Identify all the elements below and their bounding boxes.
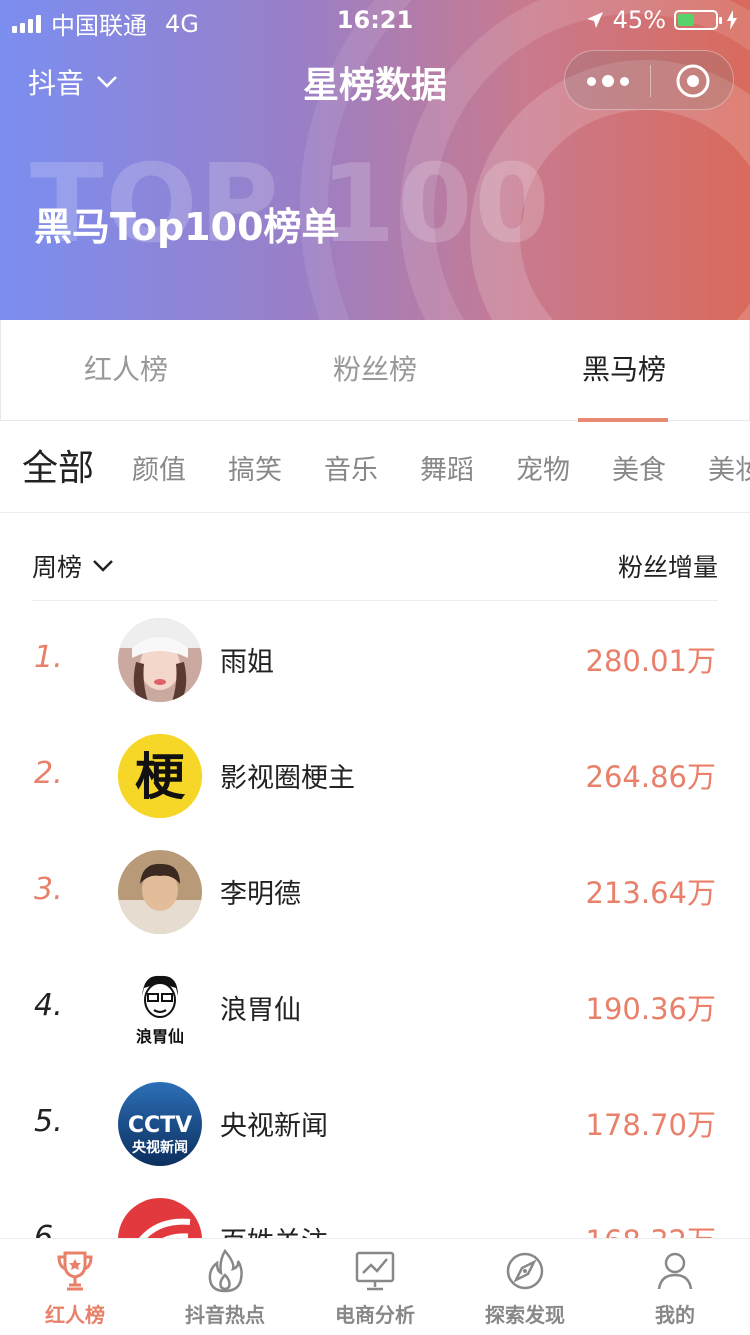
fan-increase: 280.01万 [585,644,716,678]
creator-name: 浪胃仙 [220,995,301,1026]
nav-profile[interactable]: 我的 [600,1239,750,1335]
rank-number: 4. [34,988,63,1023]
list-item[interactable]: 4. 浪胃仙 浪胃仙 190.36万 [0,950,750,1066]
trophy-icon [57,1251,93,1291]
tab-dark-horse-list[interactable]: 黑马榜 [499,320,749,420]
avatar: 浪胃仙 [118,966,202,1050]
svg-text:浪胃仙: 浪胃仙 [136,1027,184,1046]
location-icon [586,12,603,28]
nav-label: 电商分析 [335,1303,415,1327]
target-icon [676,64,709,98]
category-makeup[interactable]: 美妆 [708,422,750,512]
user-icon [657,1252,693,1290]
status-bar: 中国联通 4G 16:21 45% [0,0,750,40]
compass-icon [506,1252,544,1290]
period-selector[interactable]: 周榜 [32,548,114,584]
rank-number: 1. [34,640,63,675]
tab-fans-list[interactable]: 粉丝榜 [250,320,500,420]
list-item[interactable]: 2. 梗 影视圈梗主 264.86万 [0,718,750,834]
header-banner: 中国联通 4G 16:21 45% 抖音 星榜数据 TOP 100 黑马Top1… [0,0,750,320]
nav-douyin-hot[interactable]: 抖音热点 [150,1239,300,1335]
close-miniprogram-button[interactable] [650,51,735,111]
svg-text:央视新闻: 央视新闻 [132,1139,188,1156]
list-header: 周榜 粉丝增量 [32,540,718,601]
category-music[interactable]: 音乐 [324,422,378,512]
hero-title: 黑马Top100榜单 [34,205,340,249]
category-filter: 全部 颜值 搞笑 音乐 舞蹈 宠物 美食 美妆 [0,422,750,513]
creator-name: 百姓关注 [220,1220,328,1238]
creator-name: 影视圈梗主 [220,763,355,794]
nav-label: 红人榜 [45,1303,105,1327]
bottom-nav: 红人榜 抖音热点 电商分析 探索发现 我的 [0,1238,750,1335]
nav-red-list[interactable]: 红人榜 [0,1239,150,1335]
svg-text:梗: 梗 [135,748,186,806]
avatar [118,1198,202,1238]
chevron-down-icon [93,560,113,572]
tab-red-list[interactable]: 红人榜 [1,320,251,420]
flame-icon [208,1248,243,1293]
rank-number: 2. [34,756,63,791]
miniprogram-capsule [564,50,734,110]
svg-text:CCTV: CCTV [128,1113,192,1138]
category-food[interactable]: 美食 [612,422,666,512]
creator-name: 央视新闻 [220,1111,328,1142]
avatar [118,850,202,934]
ranking-list: 1. 雨姐 280.01万 2. 梗 影视圈梗主 264.86万 3. 李明德 … [0,602,750,1238]
fan-increase: 213.64万 [585,876,716,910]
category-dance[interactable]: 舞蹈 [420,422,474,512]
fan-increase: 190.36万 [585,992,716,1026]
rank-number: 6. [34,1220,63,1238]
nav-label: 我的 [655,1303,695,1327]
period-label: 周榜 [32,553,83,582]
category-pets[interactable]: 宠物 [516,422,570,512]
ranking-tabs: 红人榜 粉丝榜 黑马榜 [0,320,750,421]
category-appearance[interactable]: 颜值 [132,422,186,512]
fan-increase: 178.70万 [585,1108,716,1142]
avatar: CCTV 央视新闻 [118,1082,202,1166]
fan-increase: 168.32万 [586,1218,716,1238]
monitor-chart-icon [355,1251,395,1291]
rank-number: 5. [34,1104,63,1139]
metric-label: 粉丝增量 [617,553,718,582]
more-button[interactable] [565,51,650,111]
list-item[interactable]: 5. CCTV 央视新闻 央视新闻 178.70万 [0,1066,750,1182]
nav-label: 探索发现 [485,1303,565,1327]
list-item[interactable]: 1. 雨姐 280.01万 [0,602,750,718]
charging-icon [727,10,737,30]
rank-number: 3. [34,872,63,907]
battery-icon [674,10,722,30]
nav-explore[interactable]: 探索发现 [450,1239,600,1335]
creator-name: 李明德 [220,879,301,910]
avatar: 梗 [118,734,202,818]
creator-name: 雨姐 [220,647,274,678]
more-dots-icon [586,76,596,86]
battery-percent: 45% [612,6,666,34]
category-all[interactable]: 全部 [22,422,94,512]
category-comedy[interactable]: 搞笑 [228,422,282,512]
nav-label: 抖音热点 [185,1303,265,1327]
list-item[interactable]: 3. 李明德 213.64万 [0,834,750,950]
fan-increase: 264.86万 [585,760,716,794]
list-item[interactable]: 6. 百姓关注 168.32万 [0,1182,750,1238]
nav-ecommerce[interactable]: 电商分析 [300,1239,450,1335]
avatar [118,618,202,702]
